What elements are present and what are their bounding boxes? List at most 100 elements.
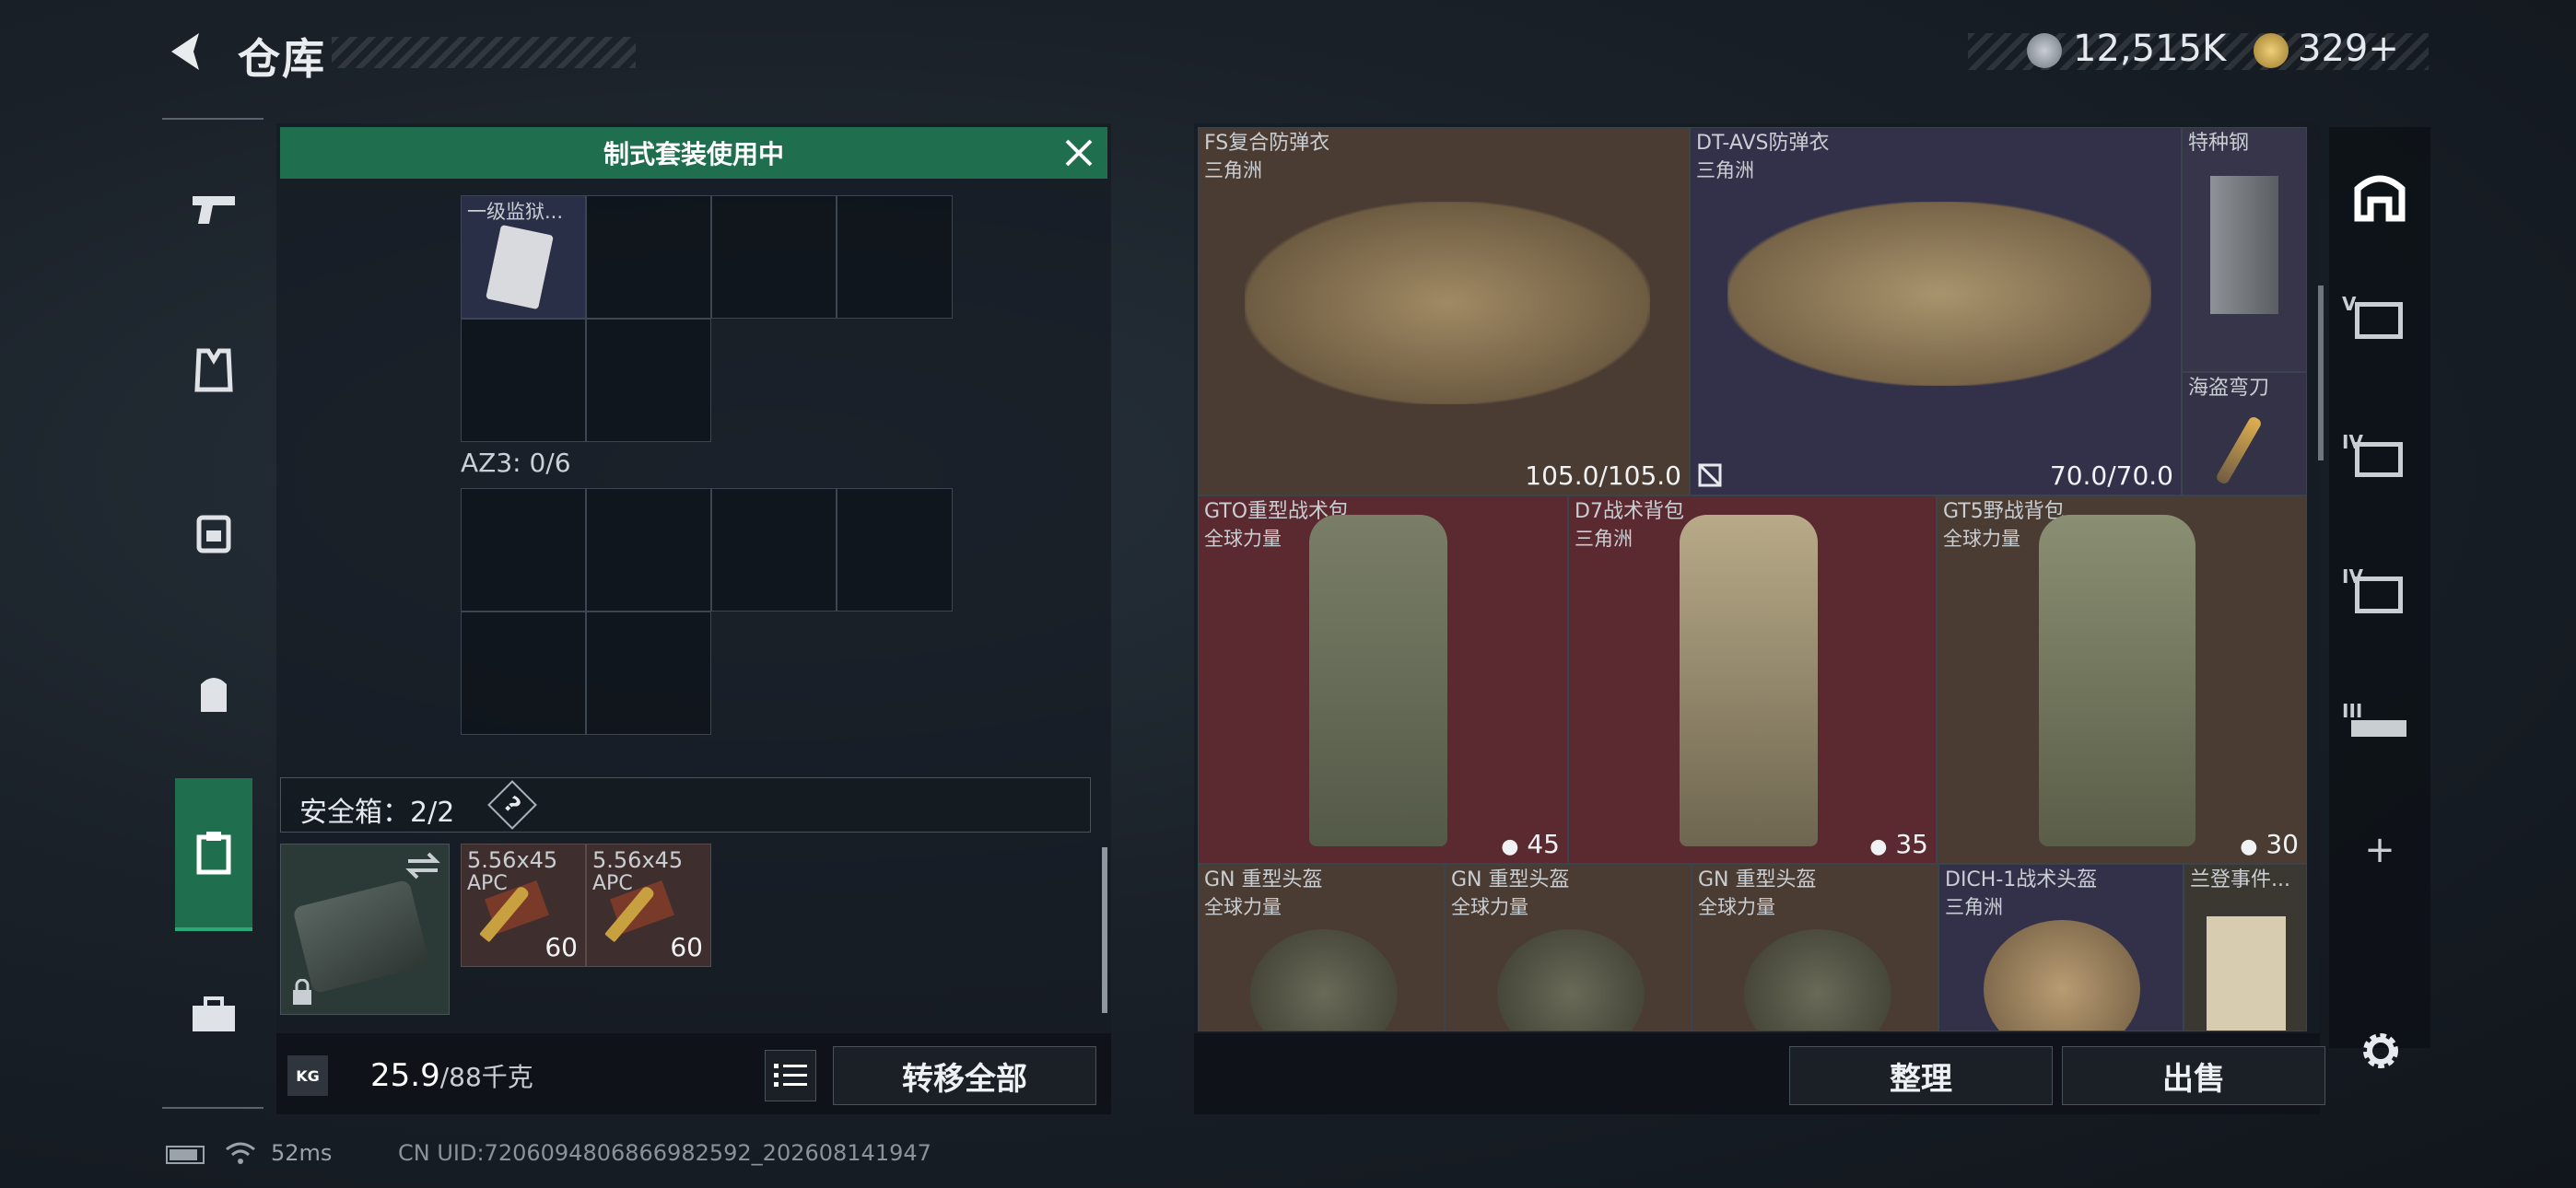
slot[interactable] [586,195,711,319]
safebox-case-icon [292,879,430,995]
ammo-slot-1[interactable]: 5.56x45 APC 60 [461,844,586,967]
rail-safebox-active[interactable] [175,778,252,931]
az3-label: AZ3: 0/6 [461,448,571,478]
knife-image [2214,414,2264,486]
wifi-icon [226,1142,255,1164]
back-arrow-icon [171,33,199,70]
add-tab-button[interactable]: + [2348,829,2412,884]
slot[interactable] [586,611,711,735]
backpack-image [1680,515,1818,846]
weight-value: 25.9 [370,1057,440,1094]
slot-item1[interactable]: 一级监狱... [461,195,586,319]
tab-filter[interactable]: IV [2338,424,2421,497]
slot[interactable] [837,488,953,611]
helmet-image [1497,929,1645,1031]
slot[interactable] [586,488,711,611]
vest-icon [194,348,233,392]
vest-image [1727,202,2151,386]
stash-item[interactable]: GT5野战背包 全球力量 ● 30 [1937,495,2307,864]
sort-button[interactable]: 整理 [1789,1046,2053,1105]
header-stripe [332,37,636,68]
capacity-icon: ● [1501,835,1519,858]
safebox-header: 安全箱：2/2 ? [280,777,1091,833]
list-icon [774,1064,807,1087]
clipboard-icon [196,832,231,875]
slot[interactable] [586,319,711,442]
no-repair-icon [1698,463,1722,487]
stash-item[interactable]: 海盗弯刀 [2182,372,2307,495]
stash-item[interactable]: DICH-1战术头盔 三角洲 [1938,864,2184,1031]
silver-coin-icon [2027,33,2062,68]
uid-readout: CN UID:7206094806866982592_202608141947 [398,1140,931,1166]
slot[interactable] [461,488,586,611]
stash-item[interactable]: 兰登事件... [2184,864,2307,1031]
slot[interactable] [711,195,837,319]
vest-image [1245,202,1650,404]
rail-armor[interactable] [175,332,252,409]
tab-filter[interactable]: V [2338,285,2421,359]
safebox-container[interactable] [280,844,450,1015]
steel-plate-image [2210,176,2278,314]
rail-chest-rig[interactable] [175,493,252,570]
briefcase-icon [193,996,235,1031]
ammo-slot-2[interactable]: 5.56x45 APC 60 [586,844,711,967]
ping-readout: 52ms [271,1140,333,1166]
slot[interactable] [837,195,953,319]
gear-icon [2363,1033,2398,1068]
weight-icon: KG [287,1055,328,1096]
rig-icon [196,515,231,553]
stash-item[interactable]: DT-AVS防弹衣 三角洲 70.0/70.0 [1690,127,2182,495]
stash-item[interactable]: GN 重型头盔 全球力量 [1198,864,1445,1031]
left-rail [162,118,263,1109]
kit-banner: 制式套装使用中 [280,127,1107,179]
stash-item[interactable]: GN 重型头盔 全球力量 [1692,864,1938,1031]
stash-item[interactable]: GN 重型头盔 全球力量 [1445,864,1692,1031]
stash-item[interactable]: GTO重型战术包 全球力量 ● 45 [1198,495,1568,864]
keycard-icon [486,224,554,310]
helmet-image [1250,929,1398,1031]
capacity-icon: ● [2240,835,2258,858]
left-scrollbar[interactable] [1102,847,1107,1013]
gold-coin-icon [2254,33,2289,68]
rail-backpack[interactable] [175,654,252,731]
swap-icon[interactable] [404,852,441,879]
tab-all-active[interactable] [2338,155,2421,238]
rifle-icon [2351,720,2406,737]
back-button[interactable] [162,28,210,76]
stash-item[interactable]: D7战术背包 三角洲 ● 35 [1568,495,1937,864]
help-icon[interactable]: ? [487,780,537,830]
document-image [2207,916,2286,1031]
lock-icon [293,979,311,1005]
weight-max: /88千克 [439,1062,533,1092]
slot[interactable] [461,611,586,735]
tab-filter[interactable]: IV [2338,558,2421,632]
stash-item[interactable]: 特种钢 [2182,127,2307,372]
weight-readout: 25.9/88千克 [370,1057,533,1094]
helmet-image [1984,920,2140,1031]
backpack-image [1309,515,1447,846]
slot[interactable] [711,488,837,611]
backpack-image [2039,515,2195,846]
capacity-icon: ● [1869,835,1888,858]
kit-banner-text: 制式套装使用中 [603,139,784,169]
safe-icon [2355,302,2403,339]
page-title: 仓库 [238,34,326,84]
safebox-label: 安全箱：2/2 [299,797,455,829]
transfer-all-button[interactable]: 转移全部 [833,1046,1096,1105]
rail-toolbox[interactable] [175,976,252,1054]
pistol-icon [193,196,235,224]
stash-item[interactable]: FS复合防弹衣 三角洲 105.0/105.0 [1198,127,1690,495]
currency-gold[interactable]: 329+ [2298,28,2399,70]
stash-home-icon [2354,175,2406,222]
tab-filter[interactable]: III [2338,693,2421,766]
backpack-icon [201,678,227,712]
rail-weapons[interactable] [175,170,252,248]
close-icon[interactable] [1063,137,1095,169]
list-view-button[interactable] [765,1050,816,1101]
stash-scrollbar[interactable] [2318,285,2324,460]
helmet-image [1744,929,1891,1031]
settings-button[interactable] [2342,1022,2419,1079]
sell-button[interactable]: 出售 [2062,1046,2325,1105]
photo-icon [2355,577,2403,613]
slot[interactable] [461,319,586,442]
